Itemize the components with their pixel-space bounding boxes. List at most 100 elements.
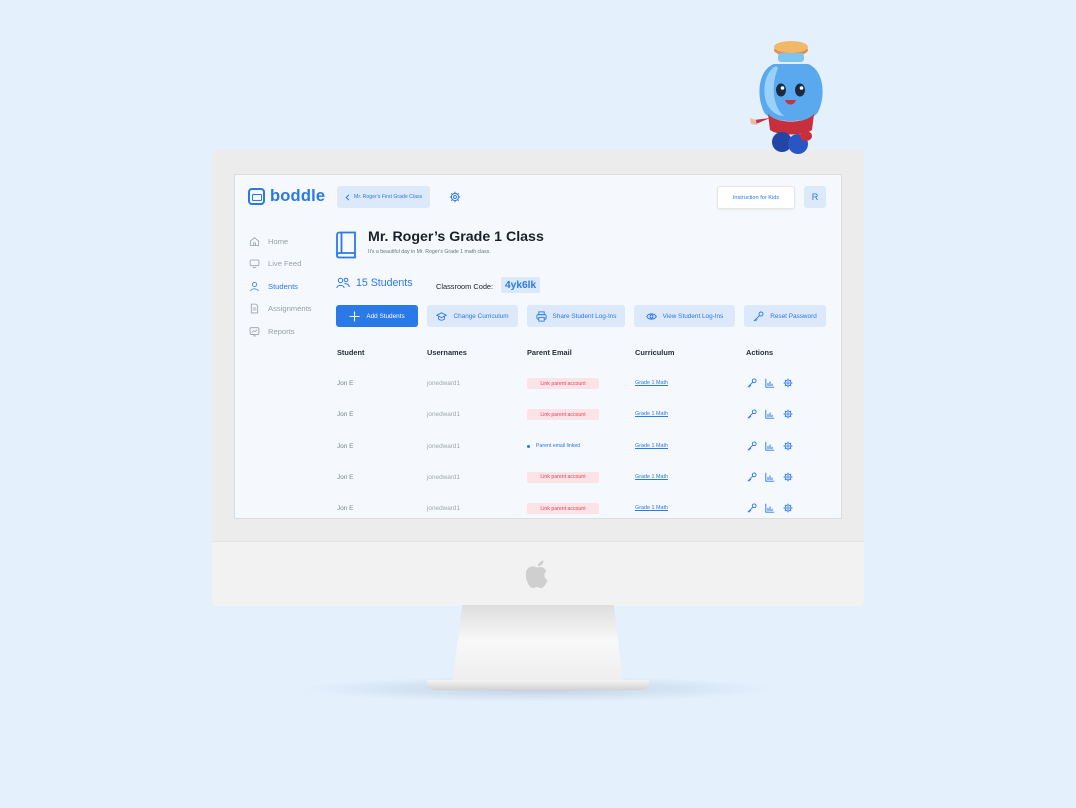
change-curriculum-button[interactable]: Change Curriculum xyxy=(427,305,518,327)
user-icon xyxy=(250,281,259,291)
key-icon[interactable] xyxy=(747,409,757,419)
reset-password-label: Reset Password xyxy=(770,312,817,320)
table-row: Jon E jonedward1 Parent email linked Grade … xyxy=(235,441,841,473)
breadcrumb-back-button[interactable]: Mr. Roger's First Grade Class xyxy=(337,186,431,208)
share-student-logins-button[interactable]: Share Student Log-Ins xyxy=(527,305,625,327)
sidebar-item-reports[interactable]: Reports xyxy=(249,320,311,343)
status-dot-icon xyxy=(527,444,530,448)
chart-screen-icon xyxy=(249,326,260,337)
instruction-for-kids-button[interactable]: Instruction for Kids xyxy=(717,186,795,209)
row-actions xyxy=(747,441,793,451)
table-row: Jon E jonedward1 Link parent account Grade … xyxy=(235,471,841,504)
curriculum-link[interactable]: Grade 1 Math xyxy=(635,442,668,451)
student-username: jonedward1 xyxy=(427,505,461,513)
parent-email-status: Parent email linked xyxy=(536,442,581,449)
student-name: Jon E xyxy=(337,473,354,481)
gear-icon[interactable] xyxy=(783,472,793,482)
book-icon xyxy=(336,231,356,259)
curriculum-link[interactable]: Grade 1 Math xyxy=(635,410,668,419)
bar-chart-icon[interactable] xyxy=(765,409,775,419)
sidebar-item-label: Live Feed xyxy=(268,259,302,269)
breadcrumb-label: Mr. Roger's First Grade Class xyxy=(354,194,423,200)
sidebar-item-students[interactable]: Students xyxy=(249,275,311,298)
sidebar-item-assignments[interactable]: Assignments xyxy=(249,298,311,321)
student-username: jonedward1 xyxy=(427,473,461,481)
key-icon[interactable] xyxy=(747,441,757,451)
row-actions xyxy=(747,378,793,388)
link-parent-account-button[interactable]: Link parent account xyxy=(527,378,599,389)
view-student-logins-label: View Student Log-Ins xyxy=(662,312,724,320)
key-icon[interactable] xyxy=(747,503,757,513)
student-username: jonedward1 xyxy=(427,380,461,387)
plus-icon xyxy=(349,311,360,321)
students-count: 15 Students xyxy=(356,277,413,289)
monitor-icon xyxy=(249,259,260,269)
screen: boddle Home Live Feed Students Assignmen… xyxy=(234,174,842,519)
table-row: Jon E jonedward1 Link parent account Grade … xyxy=(235,378,841,410)
add-students-label: Add Students xyxy=(366,312,405,320)
graduation-cap-icon xyxy=(436,311,448,321)
parent-email-linked: Parent email linked xyxy=(527,442,580,451)
bar-chart-icon[interactable] xyxy=(765,472,775,482)
curriculum-link[interactable]: Grade 1 Math xyxy=(635,379,668,388)
reset-password-button[interactable]: Reset Password xyxy=(744,305,826,327)
sidebar-item-label: Reports xyxy=(268,326,295,336)
page-subtitle: It's a beautiful day in Mr. Roger's Grad… xyxy=(368,249,491,255)
bar-chart-icon[interactable] xyxy=(765,503,775,513)
gear-icon[interactable] xyxy=(783,378,793,388)
student-username: jonedward1 xyxy=(427,442,461,450)
chevron-left-icon xyxy=(345,193,350,201)
logo[interactable]: boddle xyxy=(248,187,325,206)
column-header-curriculum: Curriculum xyxy=(635,348,675,357)
bar-chart-icon[interactable] xyxy=(765,378,775,388)
row-actions xyxy=(747,409,793,419)
monitor-stand xyxy=(452,605,624,685)
student-name: Jon E xyxy=(337,380,354,387)
logo-text: boddle xyxy=(270,187,326,205)
column-header-usernames: Usernames xyxy=(427,348,467,357)
row-actions xyxy=(747,503,793,513)
student-name: Jon E xyxy=(337,505,354,513)
view-student-logins-button[interactable]: View Student Log-Ins xyxy=(634,305,735,327)
curriculum-link[interactable]: Grade 1 Math xyxy=(635,473,668,482)
sidebar-item-live-feed[interactable]: Live Feed xyxy=(249,253,311,276)
gear-icon[interactable] xyxy=(783,409,793,419)
student-name: Jon E xyxy=(337,442,354,450)
boddle-logo-icon xyxy=(248,188,265,205)
gear-icon[interactable] xyxy=(783,503,793,513)
key-icon[interactable] xyxy=(747,472,757,482)
users-icon xyxy=(336,277,350,289)
table-row: Jon E jonedward1 Link parent account Grade … xyxy=(235,503,841,518)
class-settings-gear-icon[interactable] xyxy=(449,191,461,203)
key-icon[interactable] xyxy=(747,378,757,388)
avatar[interactable]: R xyxy=(804,186,826,208)
sidebar-item-label: Home xyxy=(268,236,289,246)
key-icon xyxy=(753,311,764,321)
column-header-student: Student xyxy=(337,348,365,357)
column-header-actions: Actions xyxy=(746,348,774,357)
apple-logo-icon xyxy=(525,560,548,588)
student-username: jonedward1 xyxy=(427,411,461,419)
link-parent-account-button[interactable]: Link parent account xyxy=(527,409,599,421)
classroom-code-label: Classroom Code: xyxy=(436,282,494,291)
boddle-mascot-illustration xyxy=(750,41,823,154)
home-icon xyxy=(249,236,260,246)
link-parent-account-button[interactable]: Link parent account xyxy=(527,471,599,483)
sidebar: Home Live Feed Students Assignments Repo… xyxy=(249,230,311,343)
link-parent-account-button[interactable]: Link parent account xyxy=(527,503,599,515)
document-icon xyxy=(250,303,259,314)
bar-chart-icon[interactable] xyxy=(765,441,775,451)
table-row: Jon E jonedward1 Link parent account Grade … xyxy=(235,409,841,441)
student-name: Jon E xyxy=(337,411,354,419)
change-curriculum-label: Change Curriculum xyxy=(453,312,509,320)
classroom-code: 4yk6lk xyxy=(501,277,541,293)
page-title: Mr. Roger’s Grade 1 Class xyxy=(368,229,544,245)
monitor-stand-base xyxy=(427,680,649,690)
gear-icon[interactable] xyxy=(783,441,793,451)
curriculum-link[interactable]: Grade 1 Math xyxy=(635,504,668,513)
eye-icon xyxy=(645,312,657,320)
sidebar-item-home[interactable]: Home xyxy=(249,230,311,253)
students-count-row: 15 Students xyxy=(336,277,413,289)
printer-icon xyxy=(535,310,547,322)
add-students-button[interactable]: Add Students xyxy=(336,305,418,327)
